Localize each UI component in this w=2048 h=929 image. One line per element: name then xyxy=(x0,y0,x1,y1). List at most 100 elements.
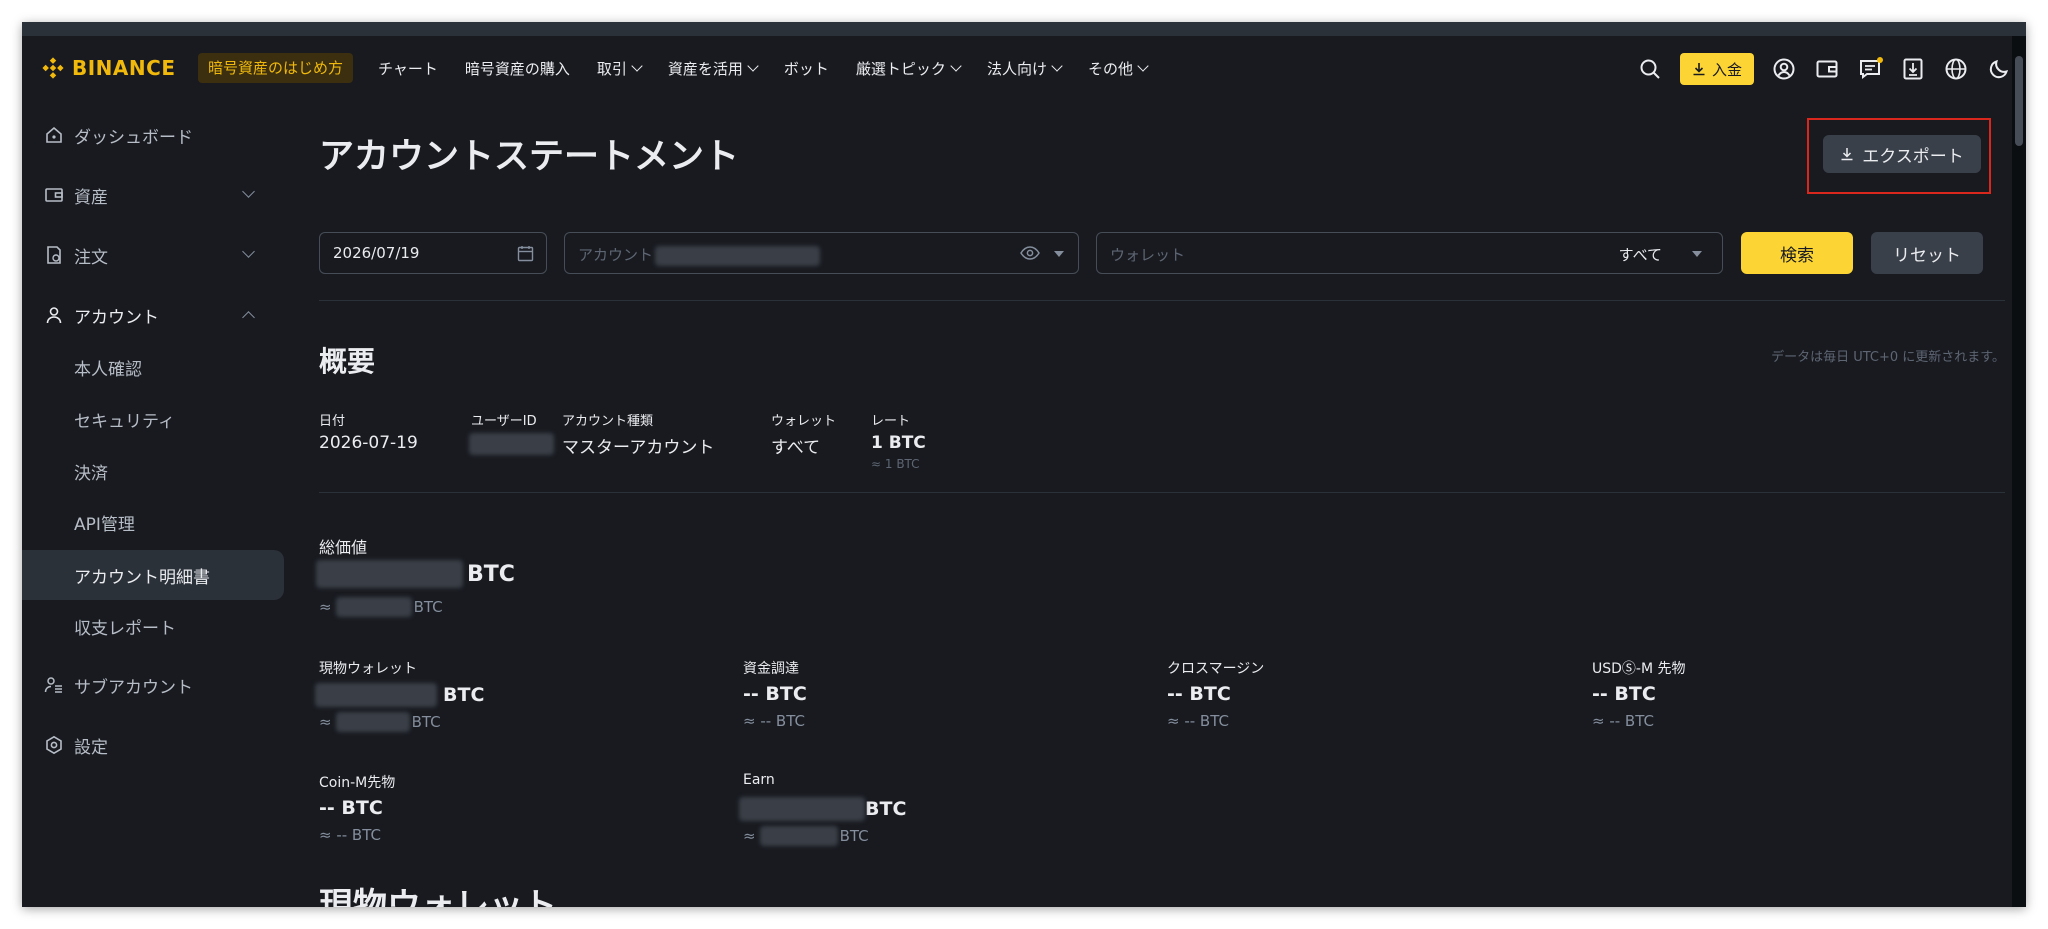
sidebar-sub-security[interactable]: セキュリティ xyxy=(22,395,284,443)
nav-more[interactable]: その他 xyxy=(1087,58,1149,79)
caret-down-icon xyxy=(1054,251,1064,257)
nav-label: ボット xyxy=(783,59,829,78)
logo-text: BINANCE xyxy=(72,56,176,80)
binance-logo[interactable]: BINANCE xyxy=(42,56,175,80)
rate-sub: ≈ 1 BTC xyxy=(871,457,920,471)
sidebar-sub-payment[interactable]: 決済 xyxy=(22,447,284,495)
wallet-funding-value: -- BTC xyxy=(743,683,807,705)
sidebar-sub-api[interactable]: API管理 xyxy=(22,498,284,546)
nav-label: 暗号資産の購入 xyxy=(464,59,570,78)
redacted-spot-value xyxy=(315,683,437,707)
account-select[interactable]: アカウント xyxy=(564,232,1079,274)
nav-label: その他 xyxy=(1087,59,1133,78)
beginner-guide-link[interactable]: 暗号資産のはじめ方 xyxy=(198,53,354,83)
rate-label: レート xyxy=(871,414,911,429)
account-type-value: マスターアカウント xyxy=(562,438,715,458)
filter-bar: 2026/07/19 アカウント ウォレット すべて 検索 リセット xyxy=(319,232,2005,276)
nav-trade[interactable]: 取引 xyxy=(596,58,643,79)
sidebar-label: アカウント xyxy=(74,307,159,328)
sidebar-sub-account-statement[interactable]: アカウント明細書 xyxy=(22,550,284,600)
approx-sign: ≈ xyxy=(319,713,332,731)
sidebar-item-sub-account[interactable]: サブアカウント xyxy=(22,661,284,709)
header-actions: 入金 xyxy=(1620,53,2012,85)
earn-unit: BTC xyxy=(865,798,907,820)
sidebar-label: 設定 xyxy=(74,737,108,758)
chevron-down-icon xyxy=(747,60,759,72)
download-icon xyxy=(1693,63,1705,76)
nav-label: 法人向け xyxy=(986,59,1047,78)
sidebar-label: セキュリティ xyxy=(74,411,175,432)
nav-label: 厳選トピック xyxy=(855,59,946,78)
approx-unit: BTC xyxy=(411,713,441,731)
sidebar-item-settings[interactable]: 設定 xyxy=(22,721,284,769)
redacted-total xyxy=(316,560,463,588)
sidebar-label: API管理 xyxy=(74,514,135,535)
nav-buy-crypto[interactable]: 暗号資産の購入 xyxy=(465,58,570,79)
download-icon xyxy=(1841,148,1853,161)
moon-icon[interactable] xyxy=(1986,56,2012,82)
search-button[interactable]: 検索 xyxy=(1741,232,1853,274)
sidebar-item-dashboard[interactable]: ダッシュボード xyxy=(22,111,284,159)
date-value: 2026-07-19 xyxy=(319,433,418,453)
wallet-cross-margin-value: -- BTC xyxy=(1167,683,1231,705)
caret-down-icon xyxy=(1692,251,1702,257)
nav-topics[interactable]: 厳選トピック xyxy=(855,58,962,79)
eye-icon[interactable] xyxy=(1020,245,1040,261)
binance-logo-icon xyxy=(42,57,64,79)
sidebar-label: サブアカウント xyxy=(74,677,193,698)
sidebar-item-assets[interactable]: 資産 xyxy=(22,171,284,219)
wallet-select[interactable]: ウォレット すべて xyxy=(1096,232,1723,274)
chevron-down-icon xyxy=(950,60,962,72)
sidebar-item-orders[interactable]: 注文 xyxy=(22,231,284,279)
redacted-user-id xyxy=(469,433,554,455)
nav-business[interactable]: 法人向け xyxy=(986,58,1063,79)
home-icon xyxy=(46,126,62,143)
wallet-cross-margin-label: クロスマージン xyxy=(1167,661,1265,677)
wallet-earn-approx: ≈ BTC xyxy=(743,826,869,846)
chevron-up-icon xyxy=(242,311,255,324)
export-button[interactable]: エクスポート xyxy=(1823,135,1981,173)
orders-icon xyxy=(47,246,61,264)
scrollbar-thumb[interactable] xyxy=(2015,56,2023,146)
user-id-label: ユーザーID xyxy=(471,414,537,429)
rate-value: 1 BTC xyxy=(871,433,926,453)
nav-earn[interactable]: 資産を活用 xyxy=(667,58,759,79)
message-icon[interactable] xyxy=(1857,56,1883,82)
nav-label: 資産を活用 xyxy=(667,59,743,78)
settings-icon xyxy=(46,735,62,755)
globe-icon[interactable] xyxy=(1943,56,1969,82)
chevron-down-icon xyxy=(242,245,255,258)
nav-label: チャート xyxy=(378,59,438,78)
page-title: アカウントステートメント xyxy=(319,137,740,177)
wallet-spot-approx: ≈ BTC xyxy=(319,712,441,732)
date-value: 2026/07/19 xyxy=(333,244,420,262)
wallet-icon[interactable] xyxy=(1814,56,1840,82)
scrollbar[interactable] xyxy=(2012,36,2026,907)
sidebar-sub-pnl-report[interactable]: 収支レポート xyxy=(22,602,284,650)
redacted-spot-approx xyxy=(335,712,410,732)
sidebar-item-account[interactable]: アカウント xyxy=(22,291,284,339)
calendar-icon xyxy=(517,246,534,262)
sidebar-label: 本人確認 xyxy=(74,359,142,380)
nav-label: 取引 xyxy=(596,59,627,78)
chevron-down-icon xyxy=(1137,60,1149,72)
user-icon[interactable] xyxy=(1771,56,1797,82)
reset-button[interactable]: リセット xyxy=(1871,232,1983,274)
spot-wallet-title: 現物ウォレット xyxy=(319,886,557,907)
account-type-label: アカウント種類 xyxy=(562,414,654,429)
search-icon[interactable] xyxy=(1637,56,1663,82)
date-picker[interactable]: 2026/07/19 xyxy=(319,232,547,274)
overview-title: 概要 xyxy=(319,345,376,378)
user-icon xyxy=(46,307,62,324)
download-app-icon[interactable] xyxy=(1900,56,1926,82)
account-placeholder: アカウント xyxy=(578,244,821,266)
nav-bot[interactable]: ボット xyxy=(784,58,829,79)
approx-unit: BTC xyxy=(839,827,869,845)
sidebar-sub-identity[interactable]: 本人確認 xyxy=(22,343,284,391)
divider xyxy=(319,492,2005,493)
wallet-earn-label: Earn xyxy=(743,772,775,788)
deposit-button[interactable]: 入金 xyxy=(1679,53,1754,85)
wallet-usdm-futures-label: USDⓈ-M 先物 xyxy=(1592,661,1686,677)
nav-chart[interactable]: チャート xyxy=(378,58,438,79)
sidebar-label: ダッシュボード xyxy=(74,127,193,148)
